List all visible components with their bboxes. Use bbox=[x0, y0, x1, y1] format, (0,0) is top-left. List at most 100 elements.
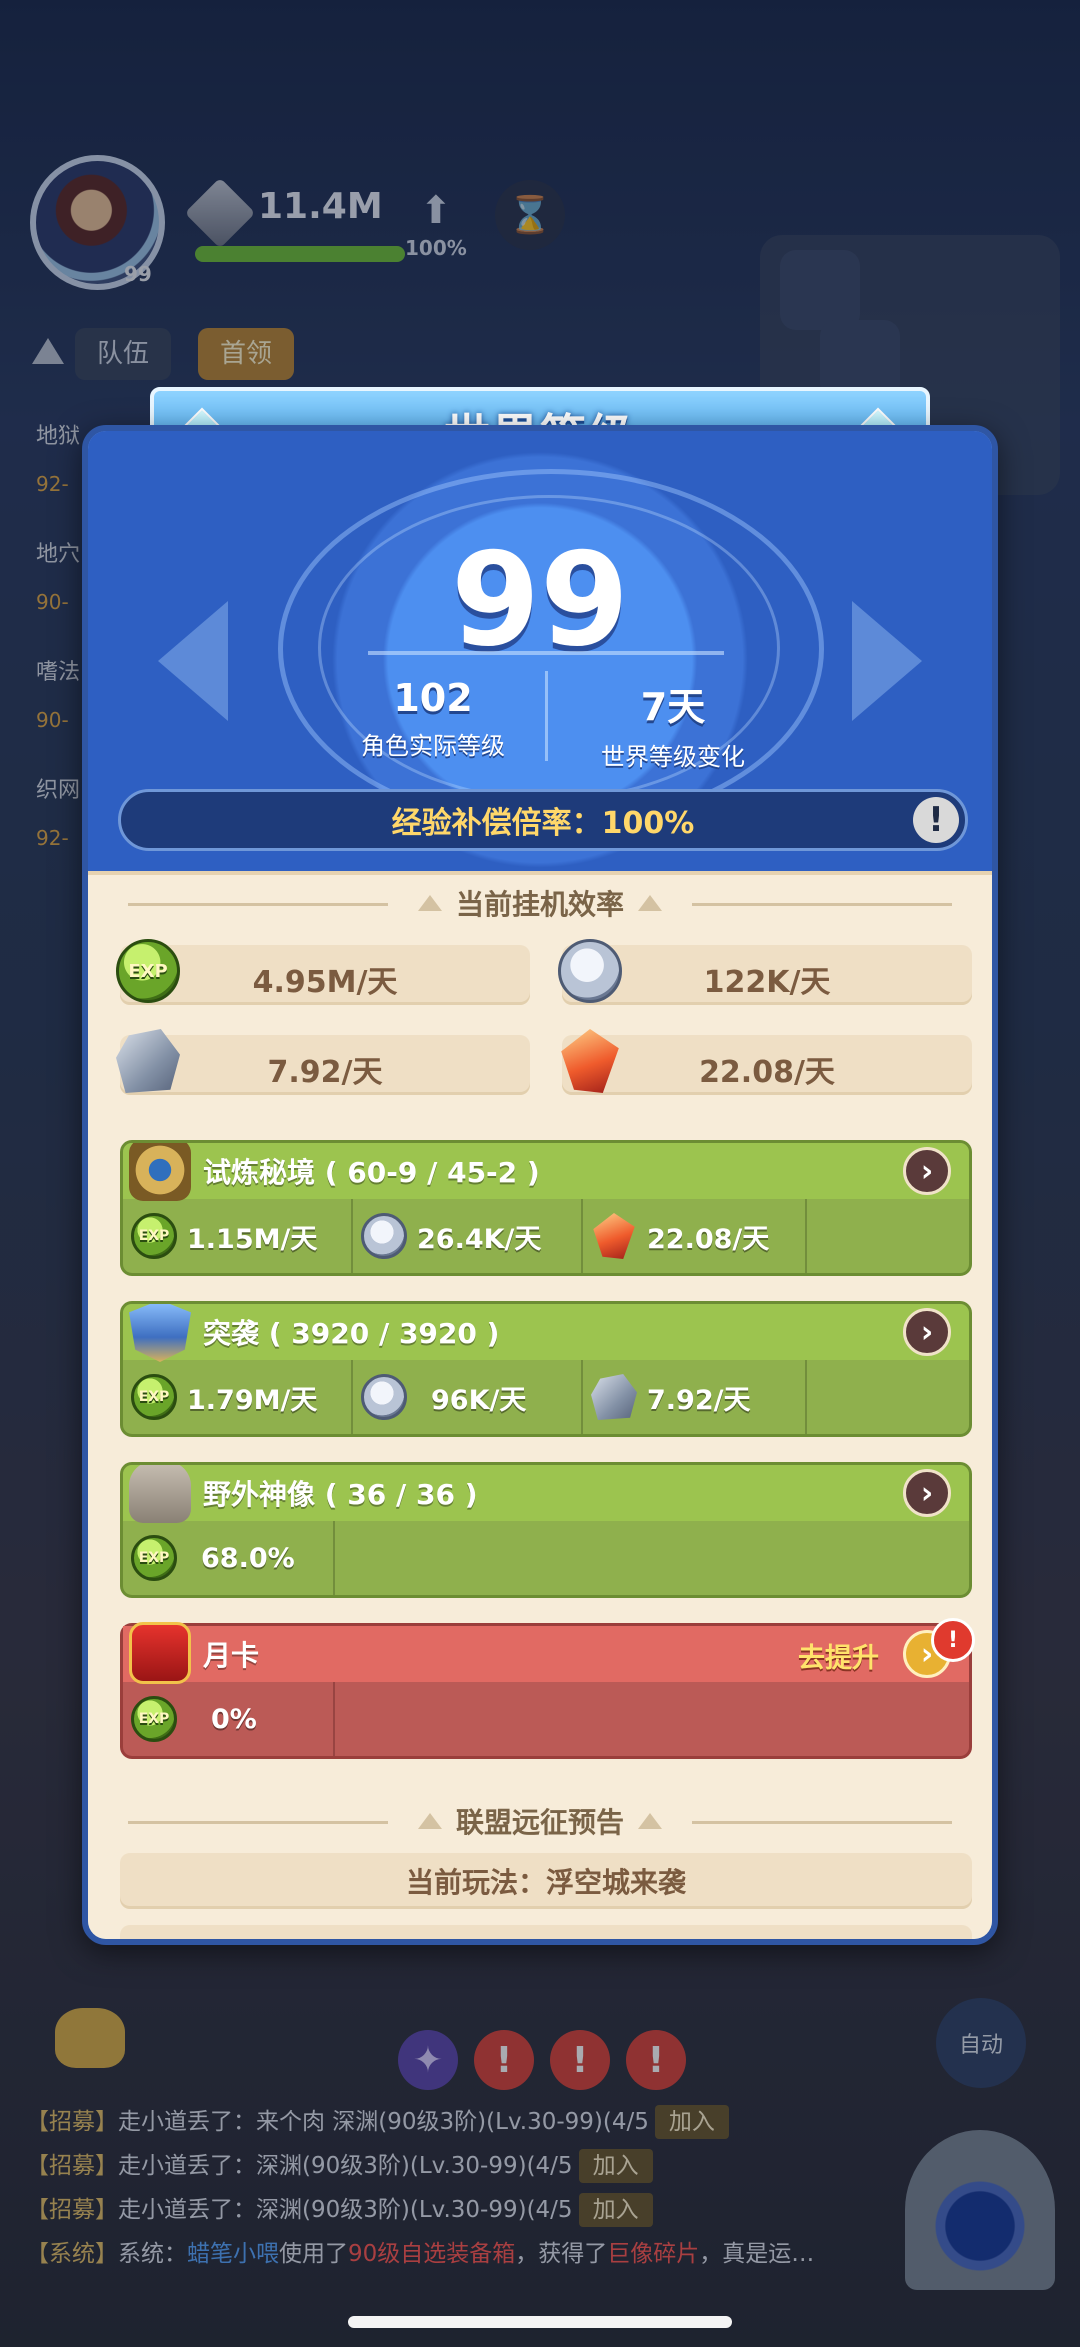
power-progress-percent: 100% bbox=[405, 236, 467, 260]
card-header: 月卡 去提升 › ! bbox=[123, 1618, 975, 1684]
card-cell: EXP 1.79M/天 bbox=[123, 1360, 353, 1434]
card-value: 0% bbox=[211, 1703, 257, 1735]
idle-rate-cell: 7.92/天 bbox=[116, 1029, 530, 1095]
alert-icon[interactable]: ! bbox=[474, 2030, 534, 2090]
exp-icon: EXP bbox=[131, 1374, 177, 1420]
chat-item[interactable]: 90级自选装备箱 bbox=[348, 2241, 515, 2267]
monthly-card[interactable]: 月卡 去提升 › ! EXP 0% bbox=[120, 1618, 975, 1759]
side-item-name: 地狱 bbox=[36, 424, 81, 449]
divider bbox=[128, 903, 388, 906]
section-title: 当前挂机效率 bbox=[455, 888, 624, 921]
power-sword-icon bbox=[184, 177, 256, 249]
wild-statue-card[interactable]: 野外神像 ( 36 / 36 ) › EXP 68.0% bbox=[120, 1462, 972, 1598]
section-title: 联盟远征预告 bbox=[455, 1806, 624, 1839]
chat-reward[interactable]: 巨像碎片 bbox=[607, 2241, 699, 2267]
card-cell: 22.08/天 bbox=[583, 1199, 807, 1273]
alert-icon[interactable]: ! bbox=[550, 2030, 610, 2090]
side-item-value: 92- bbox=[36, 826, 69, 850]
coin-icon bbox=[361, 1213, 407, 1259]
tab-team[interactable]: 队伍 bbox=[75, 328, 172, 380]
stat-label: 角色实际等级 bbox=[361, 732, 505, 760]
card-cell: EXP 1.15M/天 bbox=[123, 1199, 353, 1273]
card-cell: EXP 68.0% bbox=[123, 1521, 335, 1595]
map-icon[interactable] bbox=[780, 250, 860, 330]
chat-player-name[interactable]: 蜡笔小喂 bbox=[187, 2241, 279, 2267]
join-button[interactable]: 加入 bbox=[578, 2193, 653, 2227]
chat-prefix: 系统： bbox=[118, 2241, 187, 2267]
exp-icon: EXP bbox=[131, 1696, 177, 1742]
chat-line: 【招募】走小道丢了：来个肉 深渊(90级3阶)(Lv.30-99)(4/5 加入 bbox=[26, 2100, 896, 2144]
hourglass-icon[interactable]: ⌛ bbox=[495, 180, 565, 250]
actual-level-stat: 102 角色实际等级 bbox=[308, 676, 558, 761]
chat-tag: 【系统】 bbox=[26, 2241, 118, 2267]
card-cell: 96K/天 bbox=[353, 1360, 583, 1434]
side-item[interactable]: 织网 92- bbox=[36, 772, 80, 850]
current-mode-bar: 当前玩法：浮空城来袭 bbox=[120, 1853, 972, 1909]
chat-suffix: ，真是运… bbox=[699, 2241, 815, 2267]
stat-value: 102 bbox=[393, 676, 473, 720]
exp-icon: EXP bbox=[131, 1213, 177, 1259]
collapse-triangle-icon[interactable] bbox=[32, 338, 64, 364]
chat-text: 走小道丢了：深渊(90级3阶)(Lv.30-99)(4/5 bbox=[118, 2197, 573, 2223]
chat-tag: 【招募】 bbox=[26, 2197, 118, 2223]
alert-badge: ! bbox=[931, 1618, 975, 1662]
join-button[interactable]: 加入 bbox=[578, 2149, 653, 2183]
coin-icon bbox=[361, 1374, 407, 1420]
card-value: 1.15M/天 bbox=[187, 1223, 318, 1255]
divider bbox=[692, 1821, 952, 1824]
chat-text: 走小道丢了：来个肉 深渊(90级3阶)(Lv.30-99)(4/5 bbox=[118, 2109, 649, 2135]
trial-icon bbox=[129, 1143, 191, 1201]
sword-alert-icon[interactable]: ✦ bbox=[398, 2030, 458, 2090]
portal-icon[interactable] bbox=[905, 2130, 1055, 2290]
world-level-dialog: 99 102 角色实际等级 7天 世界等级变化 经验补偿倍率：100% ! 当前… bbox=[82, 425, 998, 1945]
exp-compensation-bar: 经验补偿倍率：100% ! bbox=[118, 789, 968, 851]
pet-icon[interactable] bbox=[55, 2008, 125, 2068]
side-item-name: 地穴 bbox=[36, 542, 81, 567]
triangle-icon bbox=[638, 895, 662, 911]
card-cell: 7.92/天 bbox=[583, 1360, 807, 1434]
tab-boss[interactable]: 首领 bbox=[198, 328, 295, 380]
card-value: 96K/天 bbox=[431, 1384, 527, 1416]
dialog-content[interactable]: 当前挂机效率 EXP 4.95M/天 122K/天 7.92/天 22.08/天 bbox=[88, 871, 992, 1939]
go-arrow-button[interactable]: › bbox=[903, 1469, 951, 1517]
join-button[interactable]: 加入 bbox=[654, 2105, 729, 2139]
crystal-icon bbox=[593, 1213, 635, 1259]
rate-value: 22.08/天 bbox=[699, 1055, 835, 1090]
card-value: 26.4K/天 bbox=[417, 1223, 542, 1255]
idle-rate-cell: 22.08/天 bbox=[561, 1029, 972, 1095]
alert-icon[interactable]: ! bbox=[626, 2030, 686, 2090]
triangle-icon bbox=[417, 895, 442, 911]
chat-text: 走小道丢了：深渊(90级3阶)(Lv.30-99)(4/5 bbox=[118, 2153, 573, 2179]
monthly-card-icon bbox=[129, 1622, 191, 1684]
trial-realm-card[interactable]: 试炼秘境 ( 60-9 / 45-2 ) › EXP 1.15M/天 26.4K… bbox=[120, 1140, 972, 1276]
chat-mid: 使用了 bbox=[279, 2241, 348, 2267]
card-body: EXP 1.79M/天 96K/天 7.92/天 bbox=[123, 1360, 969, 1434]
raid-card[interactable]: 突袭 ( 3920 / 3920 ) › EXP 1.79M/天 96K/天 7… bbox=[120, 1301, 972, 1437]
statue-icon bbox=[129, 1465, 191, 1523]
auto-button[interactable]: 自动 bbox=[936, 1998, 1026, 2088]
chat-line: 【招募】走小道丢了：深渊(90级3阶)(Lv.30-99)(4/5 加入 bbox=[26, 2144, 896, 2188]
world-level-header: 99 102 角色实际等级 7天 世界等级变化 经验补偿倍率：100% ! bbox=[88, 431, 992, 871]
alert-row: ✦ ! ! ! bbox=[398, 2030, 686, 2090]
side-item[interactable]: 地狱 92- bbox=[36, 418, 80, 496]
upgrade-link[interactable]: 去提升 bbox=[798, 1636, 879, 1675]
idle-rate-cell: EXP 4.95M/天 bbox=[116, 939, 530, 1005]
side-item[interactable]: 地穴 90- bbox=[36, 536, 80, 614]
divider bbox=[128, 1821, 388, 1824]
card-header: 突袭 ( 3920 / 3920 ) › bbox=[123, 1304, 969, 1362]
card-value: 1.79M/天 bbox=[187, 1384, 318, 1416]
go-arrow-button[interactable]: › bbox=[903, 1308, 951, 1356]
side-item[interactable]: 嗜法 90- bbox=[36, 654, 80, 732]
chat-line: 【招募】走小道丢了：深渊(90级3阶)(Lv.30-99)(4/5 加入 bbox=[26, 2188, 896, 2232]
chat-panel[interactable]: 【招募】走小道丢了：来个肉 深渊(90级3阶)(Lv.30-99)(4/5 加入 … bbox=[26, 2100, 896, 2276]
side-item-name: 嗜法 bbox=[36, 660, 81, 685]
chat-line: 【系统】系统：蜡笔小喂使用了90级自选装备箱，获得了巨像碎片，真是运… bbox=[26, 2232, 896, 2276]
info-icon[interactable]: ! bbox=[913, 797, 959, 843]
side-item-name: 织网 bbox=[36, 778, 81, 803]
go-arrow-button[interactable]: › bbox=[903, 1147, 951, 1195]
home-indicator[interactable] bbox=[348, 2316, 732, 2328]
stat-label: 世界等级变化 bbox=[601, 743, 745, 771]
alliance-section-header: 联盟远征预告 bbox=[88, 1793, 992, 1849]
card-body: EXP 1.15M/天 26.4K/天 22.08/天 bbox=[123, 1199, 969, 1273]
stone-icon bbox=[591, 1374, 637, 1420]
